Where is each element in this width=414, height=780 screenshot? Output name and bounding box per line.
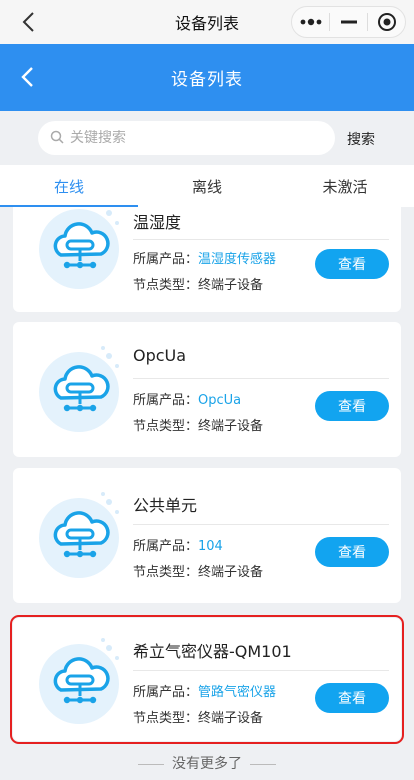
no-more-indicator: 没有更多了: [0, 753, 414, 773]
minimize-icon[interactable]: [330, 7, 367, 37]
view-button[interactable]: 查看: [315, 249, 389, 279]
tab-online[interactable]: 在线: [0, 165, 138, 207]
system-title: 设备列表: [174, 14, 239, 33]
search-bar: 搜索: [0, 111, 414, 165]
product-row: 所属产品：104: [133, 539, 223, 554]
page-title: 设备列表: [171, 70, 243, 90]
cloud-device-icon: [31, 632, 131, 732]
product-value[interactable]: 管路气密仪器: [198, 685, 276, 700]
back-icon[interactable]: [16, 10, 40, 34]
device-list: 温湿度 所属产品：温湿度传感器 节点类型：终端子设备 查看 OpcUa 所属产品…: [0, 207, 414, 780]
product-value[interactable]: 温湿度传感器: [198, 252, 276, 267]
product-row: 所属产品：温湿度传感器: [133, 252, 277, 267]
search-button[interactable]: 搜索: [347, 129, 375, 149]
device-card: 温湿度 所属产品：温湿度传感器 节点类型：终端子设备 查看: [13, 207, 401, 312]
cloud-device-icon: [31, 207, 131, 297]
device-name: OpcUa: [133, 346, 187, 365]
view-button[interactable]: 查看: [315, 537, 389, 567]
device-name: 希立气密仪器-QM101: [133, 642, 292, 661]
tab-offline[interactable]: 离线: [138, 165, 276, 207]
page-header: 设备列表: [0, 44, 414, 111]
node-type-row: 节点类型：终端子设备: [133, 565, 264, 580]
node-type-row: 节点类型：终端子设备: [133, 419, 264, 434]
product-row: 所属产品：OpcUa: [133, 393, 242, 408]
close-target-icon[interactable]: [368, 7, 405, 37]
node-type-row: 节点类型：终端子设备: [133, 278, 264, 293]
cloud-device-icon: [31, 340, 131, 440]
more-icon[interactable]: [292, 7, 329, 37]
device-card: OpcUa 所属产品：OpcUa 节点类型：终端子设备 查看: [13, 322, 401, 457]
view-button[interactable]: 查看: [315, 391, 389, 421]
product-value[interactable]: 104: [198, 539, 223, 554]
system-nav-bar: 设备列表: [0, 0, 414, 44]
device-card-highlighted: 希立气密仪器-QM101 所属产品：管路气密仪器 节点类型：终端子设备 查看: [10, 615, 404, 744]
device-name: 温湿度: [133, 213, 182, 232]
product-row: 所属产品：管路气密仪器: [133, 685, 277, 700]
capsule-menu: [291, 6, 406, 38]
node-type-row: 节点类型：终端子设备: [133, 711, 264, 726]
device-name: 公共单元: [133, 496, 198, 515]
header-back-icon[interactable]: [14, 64, 40, 90]
search-icon: [50, 129, 64, 148]
product-value[interactable]: OpcUa: [198, 393, 241, 408]
status-tabs: 在线 离线 未激活: [0, 165, 414, 207]
tab-inactive[interactable]: 未激活: [276, 165, 414, 207]
search-box: [38, 121, 335, 155]
view-button[interactable]: 查看: [315, 683, 389, 713]
device-card: 公共单元 所属产品：104 节点类型：终端子设备 查看: [13, 468, 401, 603]
cloud-device-icon: [31, 486, 131, 586]
search-input[interactable]: [70, 130, 310, 146]
